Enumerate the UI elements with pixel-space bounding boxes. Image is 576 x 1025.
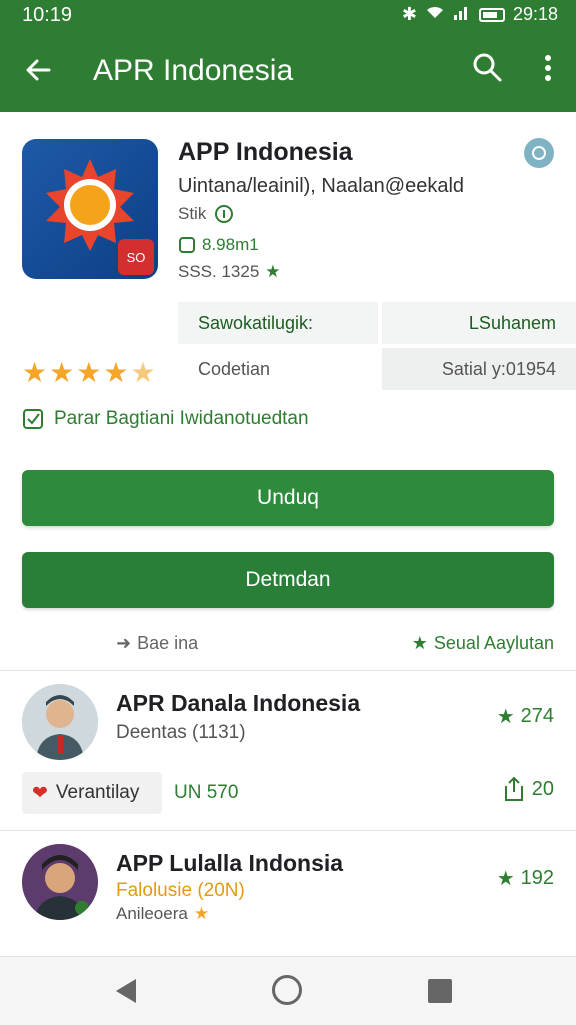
app-meta-2: 8.98m1 xyxy=(178,235,259,255)
avatar[interactable] xyxy=(22,684,98,760)
person-avatar-icon xyxy=(22,844,98,920)
star-half-icon: ★ xyxy=(130,357,156,388)
star-icon: ★ xyxy=(22,357,48,388)
review-1-score-text: 274 xyxy=(520,705,554,727)
verified-chip-text: Verantilay xyxy=(55,782,140,803)
status-time: 10:19 xyxy=(22,4,73,26)
app-meta-1: Stik xyxy=(178,204,234,224)
star-icon: ★ xyxy=(76,357,102,388)
review-1-name: APR Danala Indonesia xyxy=(116,690,361,716)
review-2-extra: Anileoera ★ xyxy=(116,904,209,924)
star-icon: ★ xyxy=(411,633,428,653)
tag-link[interactable]: ➜ Bae ina xyxy=(116,633,198,654)
review-2-sub: Falolusie (20N) xyxy=(116,880,245,901)
person-avatar-icon xyxy=(22,684,98,760)
details-button[interactable]: Detmdan xyxy=(22,552,554,608)
app-bar: 10:19 ✱ 29:18 APR Indonesia xyxy=(0,0,576,112)
info-cell-3: Codetian xyxy=(178,348,378,390)
rating-stars: ★ ★ ★ ★ ★ xyxy=(22,356,156,389)
heart-icon: ❤ xyxy=(32,782,48,804)
toolbar: APR Indonesia xyxy=(0,40,576,104)
review-2-name: APP Lulalla Indonsia xyxy=(116,850,344,876)
battery-icon xyxy=(478,7,505,22)
download-button[interactable]: Unduq xyxy=(22,470,554,526)
star-icon: ★ xyxy=(496,868,515,890)
share-icon xyxy=(504,776,523,801)
download-size-icon xyxy=(179,237,195,253)
tag-icon: ➜ xyxy=(116,633,132,653)
star-icon: ★ xyxy=(103,357,129,388)
wifi-icon xyxy=(425,4,445,25)
search-icon xyxy=(473,53,502,82)
meta2-text: 8.98m1 xyxy=(202,235,259,254)
status-clock-right: 29:18 xyxy=(512,4,558,24)
similar-apps-text: Seual Aaylutan xyxy=(433,633,554,653)
verified-chip[interactable]: ❤ Verantilay xyxy=(22,772,162,814)
page-title: APR Indonesia xyxy=(93,54,294,87)
arrow-back-icon xyxy=(26,59,51,81)
review-2-score: ★ 192 xyxy=(497,866,554,891)
nav-back-button[interactable] xyxy=(112,975,142,1007)
review-1-score: ★ 274 xyxy=(497,704,554,729)
info-icon xyxy=(215,205,234,223)
info-cell-1: Sawokatilugik: xyxy=(178,302,378,344)
app-meta-3: SSS. 1325 ★ xyxy=(178,262,281,282)
checkbox-icon xyxy=(23,409,43,429)
avatar[interactable] xyxy=(22,844,98,920)
similar-apps-link[interactable]: ★ Seual Aaylutan xyxy=(412,633,554,654)
review-2-extra-text: Anileoera xyxy=(116,904,188,923)
review-1-sub: Deentas (1131) xyxy=(116,722,246,743)
app-icon-badge: SO xyxy=(118,239,154,275)
divider xyxy=(0,670,576,671)
review-2-score-text: 192 xyxy=(520,867,554,889)
system-nav-bar xyxy=(0,956,576,1025)
share-count-text: 20 xyxy=(531,777,554,800)
sun-logo-icon xyxy=(46,159,134,251)
status-bar: 10:19 ✱ 29:18 xyxy=(0,0,576,32)
app-subtitle: Uintana/leainil), Naalan@eekald xyxy=(178,175,465,197)
chat-bubble-icon xyxy=(532,146,546,160)
star-icon: ★ xyxy=(193,904,210,923)
info-cell-2: LSuhanem xyxy=(382,302,576,344)
more-options-button[interactable] xyxy=(530,50,566,90)
info-cell-3-text: Codetian xyxy=(198,358,271,379)
info-grid: Sawokatilugik: LSuhanem Codetian Satial … xyxy=(178,302,576,390)
search-button[interactable] xyxy=(470,50,510,90)
divider xyxy=(0,830,576,831)
star-icon: ★ xyxy=(49,357,75,388)
app-icon: SO xyxy=(22,139,158,279)
review-1-un: UN 570 xyxy=(174,782,239,803)
chat-button[interactable] xyxy=(524,138,554,168)
app-name: APP Indonesia xyxy=(178,138,353,166)
nav-recents-button[interactable] xyxy=(428,979,452,1003)
triangle-back-icon xyxy=(116,979,136,1003)
info-cell-2-text: LSuhanem xyxy=(468,312,556,333)
verified-text: Parar Bagtiani Iwidanotuedtan xyxy=(54,408,309,429)
meta3-text: SSS. 1325 xyxy=(178,262,260,281)
verified-row[interactable]: Parar Bagtiani Iwidanotuedtan xyxy=(22,408,309,430)
share-button[interactable]: 20 xyxy=(502,776,554,802)
tag-link-text: Bae ina xyxy=(137,633,199,653)
star-icon: ★ xyxy=(265,262,281,281)
info-cell-4: Satial y:01954 xyxy=(382,348,576,390)
info-cell-4-text: Satial y:01954 xyxy=(441,358,556,379)
status-icons: ✱ 29:18 xyxy=(402,4,558,25)
back-button[interactable] xyxy=(18,50,58,90)
bluetooth-icon: ✱ xyxy=(401,4,417,24)
info-cell-1-text: Sawokatilugik: xyxy=(198,312,314,333)
more-vert-icon xyxy=(545,55,551,81)
meta1-text: Stik xyxy=(178,204,207,223)
star-icon: ★ xyxy=(496,706,515,728)
nav-home-button[interactable] xyxy=(272,975,302,1005)
signal-icon xyxy=(453,4,471,25)
